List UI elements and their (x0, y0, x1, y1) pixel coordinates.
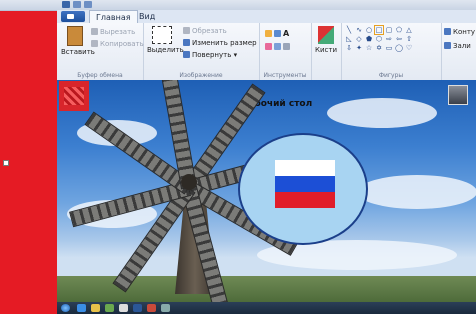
rotate-label: Повернуть (192, 51, 232, 59)
outline-label: Конту (453, 28, 476, 36)
clipboard-icon (67, 26, 83, 46)
undo-icon[interactable] (73, 1, 81, 8)
copy-button[interactable]: Копировать (91, 40, 144, 48)
tools-row-1: A (265, 29, 289, 38)
windmill-hub (181, 174, 197, 190)
diamond-shape-icon[interactable]: ◇ (355, 35, 363, 43)
save-icon[interactable] (62, 1, 70, 8)
shapes-gallery: ╲ ∿ ○ □ ▢ ⬠ △ ◺ ◇ ⬟ ⬡ ⇨ ⇦ ⇧ ⇩ ✦ ☆ ✡ ▭ ◯ ♡ (345, 25, 414, 52)
outline-button[interactable]: Конту (444, 28, 475, 36)
tools-group: A Инструменты (259, 23, 312, 80)
ribbon: Вставить Вырезать Копировать Буфер обмен… (57, 23, 476, 81)
explorer-icon[interactable] (91, 304, 100, 312)
flag-stripe-white (275, 160, 335, 176)
clipboard-group-label: Буфер обмена (77, 72, 123, 79)
image-group: Выделить Обрезать Изменить размер Поверн… (143, 23, 260, 80)
paint-icon[interactable] (119, 304, 128, 312)
select-label: Выделить (147, 46, 184, 54)
fill-label: Зали (453, 42, 471, 50)
hexagon-shape-icon[interactable]: ⬡ (375, 35, 383, 43)
brushes-button[interactable]: Кисти (313, 26, 339, 54)
color-picker-icon[interactable] (274, 43, 281, 50)
shapes-group-label: Фигуры (378, 72, 404, 79)
fill-button[interactable]: Зали (444, 42, 471, 50)
brushes-label: Кисти (315, 46, 337, 54)
pentagon-shape-icon[interactable]: ⬟ (365, 35, 373, 43)
star4-shape-icon[interactable]: ✦ (355, 44, 363, 52)
arrow-left-shape-icon[interactable]: ⇦ (395, 35, 403, 43)
select-button[interactable]: Выделить (147, 26, 184, 54)
scissors-icon (91, 28, 98, 35)
image-group-label: Изображение (179, 72, 223, 79)
copy-icon (91, 40, 98, 47)
crop-label: Обрезать (192, 27, 227, 35)
cut-label: Вырезать (100, 28, 136, 36)
arrow-up-shape-icon[interactable]: ⇧ (405, 35, 413, 43)
arrow-right-shape-icon[interactable]: ⇨ (385, 35, 393, 43)
brush-icon (318, 26, 334, 44)
rotate-button[interactable]: Повернуть ▾ (183, 51, 237, 59)
desktop-screenshot: Рабочий стол (57, 80, 476, 302)
callout-oval-shape-icon[interactable]: ◯ (395, 44, 403, 52)
resize-handle[interactable] (3, 160, 9, 166)
paste-label: Вставить (61, 48, 95, 56)
pencil-icon[interactable] (265, 30, 272, 37)
fill-icon[interactable] (274, 30, 281, 37)
tools-group-label: Инструменты (263, 72, 307, 79)
right-triangle-shape-icon[interactable]: ◺ (345, 35, 353, 43)
eraser-icon[interactable] (265, 43, 272, 50)
ribbon-tabs: Главная Вид (57, 10, 476, 24)
redo-icon[interactable] (84, 1, 92, 8)
triangle-shape-icon[interactable]: △ (405, 26, 413, 34)
media-icon[interactable] (105, 304, 114, 312)
select-icon (152, 26, 172, 44)
clipboard-group: Вставить Вырезать Копировать Буфер обмен… (57, 23, 144, 80)
rectangle-shape-icon[interactable]: □ (374, 25, 384, 35)
flag-stripe-blue (275, 176, 335, 192)
polygon-shape-icon[interactable]: ⬠ (395, 26, 403, 34)
star5-shape-icon[interactable]: ☆ (365, 44, 373, 52)
resize-icon (183, 39, 190, 46)
brushes-group: Кисти (311, 23, 342, 80)
text-icon[interactable]: A (283, 29, 289, 38)
cut-button[interactable]: Вырезать (91, 28, 135, 36)
outline-icon (444, 28, 451, 35)
app-icon[interactable] (147, 304, 156, 312)
rounded-rect-shape-icon[interactable]: ▢ (385, 26, 393, 34)
russian-flag (275, 160, 335, 208)
resize-label: Изменить размер (192, 39, 257, 47)
copy-label: Копировать (100, 40, 144, 48)
resize-button[interactable]: Изменить размер (183, 39, 257, 47)
crop-button[interactable]: Обрезать (183, 27, 227, 35)
curve-shape-icon[interactable]: ∿ (355, 26, 363, 34)
rotate-icon (183, 51, 190, 58)
desktop-icon[interactable] (59, 81, 89, 111)
start-button-icon[interactable] (61, 304, 70, 312)
word-icon[interactable] (133, 304, 142, 312)
magnifier-icon[interactable] (283, 43, 290, 50)
heart-shape-icon[interactable]: ♡ (405, 44, 413, 52)
shapes-group: ╲ ∿ ○ □ ▢ ⬠ △ ◺ ◇ ⬟ ⬡ ⇨ ⇦ ⇧ ⇩ ✦ ☆ ✡ ▭ ◯ ♡ Фигуры (341, 23, 442, 80)
crop-icon (183, 27, 190, 34)
callout-rect-shape-icon[interactable]: ▭ (385, 44, 393, 52)
line-shape-icon[interactable]: ╲ (345, 26, 353, 34)
oval-shape-icon[interactable]: ○ (365, 26, 373, 34)
flag-stripe-red (275, 192, 335, 208)
file-menu-button[interactable] (61, 11, 85, 22)
paste-button[interactable]: Вставить (61, 26, 95, 56)
recycle-bin-icon[interactable] (448, 85, 468, 105)
paint-canvas-red-area[interactable] (0, 0, 57, 314)
fill-bucket-icon (444, 42, 451, 49)
taskbar (57, 302, 476, 314)
arrow-down-shape-icon[interactable]: ⇩ (345, 44, 353, 52)
outline-fill-group: Конту Зали (441, 23, 476, 80)
app-icon[interactable] (161, 304, 170, 312)
tab-home[interactable]: Главная (89, 10, 138, 24)
ie-icon[interactable] (77, 304, 86, 312)
tab-view[interactable]: Вид (133, 10, 161, 23)
tools-row-2 (265, 43, 292, 51)
star6-shape-icon[interactable]: ✡ (375, 44, 383, 52)
